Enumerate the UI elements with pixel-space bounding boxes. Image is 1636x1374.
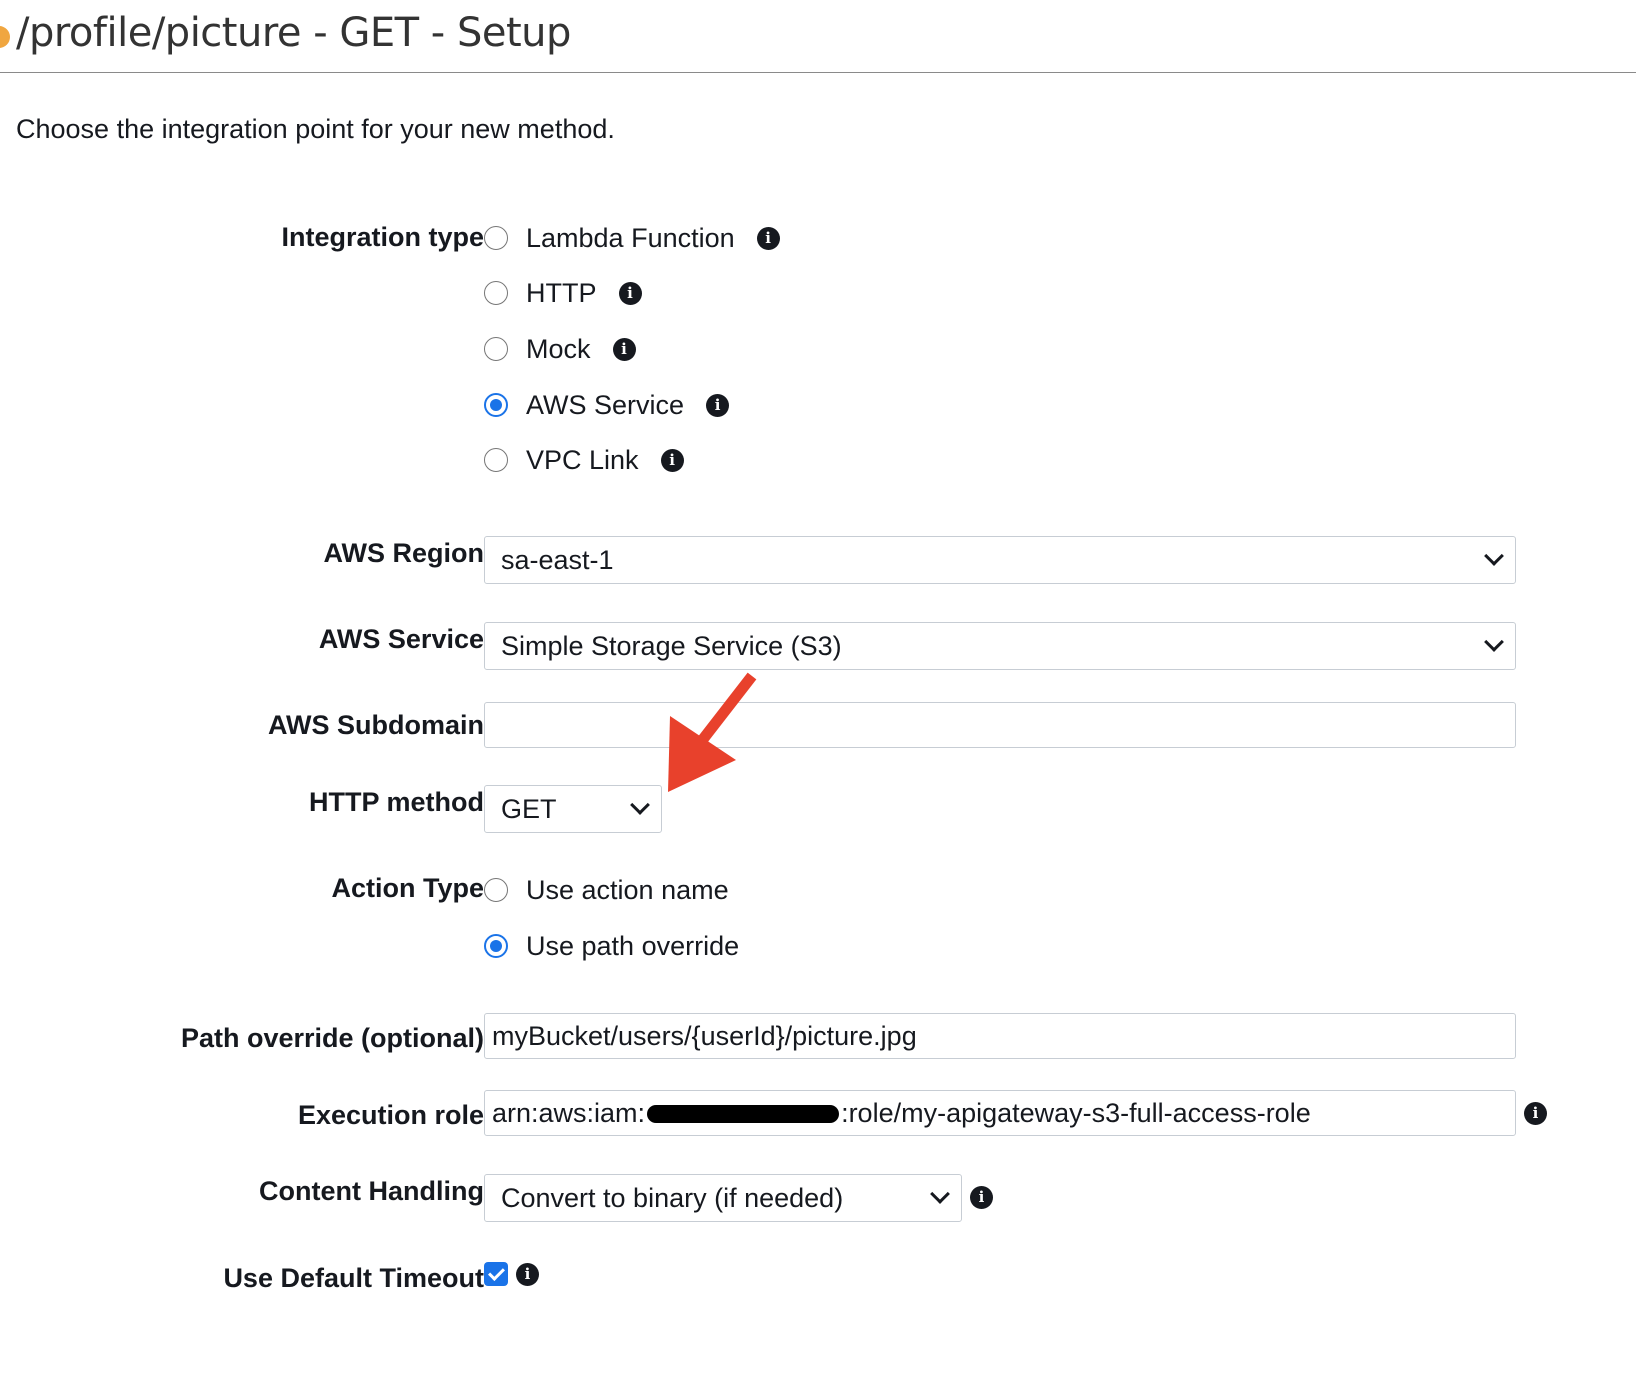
http-method-label: HTTP method — [309, 787, 484, 817]
radio-button[interactable] — [484, 878, 508, 902]
radio-label: Mock — [526, 333, 591, 364]
page-title: /profile/picture - GET - Setup — [16, 10, 571, 56]
radio-label: Use path override — [526, 930, 740, 961]
title-status-dot — [0, 26, 10, 48]
radio-aws-service[interactable]: AWS Service i — [484, 385, 730, 425]
radio-label: VPC Link — [526, 444, 639, 475]
aws-service-select[interactable]: Simple Storage Service (S3) — [484, 622, 1516, 670]
chevron-down-icon — [930, 1184, 950, 1204]
action-type-label: Action Type — [331, 873, 484, 903]
execution-role-suffix: :role/my-apigateway-s3-full-access-role — [841, 1097, 1311, 1128]
content-handling-value: Convert to binary (if needed) — [501, 1182, 844, 1213]
aws-region-label: AWS Region — [323, 538, 485, 568]
aws-service-label: AWS Service — [318, 624, 484, 654]
redacted-account-id — [647, 1105, 840, 1124]
content-handling-label: Content Handling — [259, 1176, 484, 1206]
info-icon[interactable]: i — [516, 1263, 539, 1286]
path-override-input[interactable]: myBucket/users/{userId}/picture.jpg — [484, 1013, 1516, 1059]
radio-label: Lambda Function — [526, 222, 735, 253]
chevron-down-icon — [1484, 546, 1504, 566]
execution-role-prefix: arn:aws:iam: — [492, 1097, 646, 1128]
info-icon[interactable]: i — [1524, 1102, 1547, 1125]
radio-vpc-link[interactable]: VPC Link i — [484, 440, 684, 480]
path-override-value: myBucket/users/{userId}/picture.jpg — [492, 1020, 917, 1051]
radio-use-action-name[interactable]: Use action name — [484, 870, 729, 910]
default-timeout-label: Use Default Timeout — [223, 1263, 484, 1293]
aws-region-value: sa-east-1 — [501, 544, 614, 575]
radio-use-path-override[interactable]: Use path override — [484, 926, 739, 966]
default-timeout-checkbox[interactable] — [484, 1262, 508, 1286]
radio-button[interactable] — [484, 281, 508, 305]
info-icon[interactable]: i — [756, 226, 780, 250]
aws-subdomain-input[interactable] — [484, 702, 1516, 748]
title-divider — [0, 72, 1636, 73]
radio-mock[interactable]: Mock i — [484, 329, 636, 369]
radio-button[interactable] — [484, 337, 508, 361]
http-method-value: GET — [501, 793, 557, 824]
info-icon[interactable]: i — [706, 393, 730, 417]
aws-service-value: Simple Storage Service (S3) — [501, 630, 842, 661]
integration-type-label: Integration type — [281, 222, 484, 252]
radio-button[interactable] — [484, 448, 508, 472]
info-icon[interactable]: i — [612, 337, 636, 361]
radio-button[interactable] — [484, 226, 508, 250]
path-override-label: Path override (optional) — [180, 1023, 484, 1053]
chevron-down-icon — [1484, 632, 1504, 652]
annotation-arrow-icon — [668, 672, 757, 792]
execution-role-value: arn:aws:iam: :role/my-apigateway-s3-full-… — [492, 1098, 1515, 1129]
execution-role-input[interactable]: arn:aws:iam: :role/my-apigateway-s3-full-… — [484, 1090, 1516, 1136]
radio-button-selected[interactable] — [484, 393, 508, 417]
radio-label: Use action name — [526, 874, 729, 905]
info-icon[interactable]: i — [970, 1186, 993, 1209]
intro-text: Choose the integration point for your ne… — [16, 114, 615, 144]
aws-subdomain-label: AWS Subdomain — [268, 710, 484, 740]
radio-label: HTTP — [526, 277, 597, 308]
content-handling-select[interactable]: Convert to binary (if needed) — [484, 1174, 962, 1222]
execution-role-label: Execution role — [297, 1100, 484, 1130]
radio-button-selected[interactable] — [484, 934, 508, 958]
aws-region-select[interactable]: sa-east-1 — [484, 536, 1516, 584]
info-icon[interactable]: i — [660, 448, 684, 472]
info-icon[interactable]: i — [618, 281, 642, 305]
http-method-select[interactable]: GET — [484, 785, 662, 833]
radio-http[interactable]: HTTP i — [484, 273, 642, 313]
radio-lambda-function[interactable]: Lambda Function i — [484, 218, 780, 258]
radio-label: AWS Service — [526, 389, 685, 420]
